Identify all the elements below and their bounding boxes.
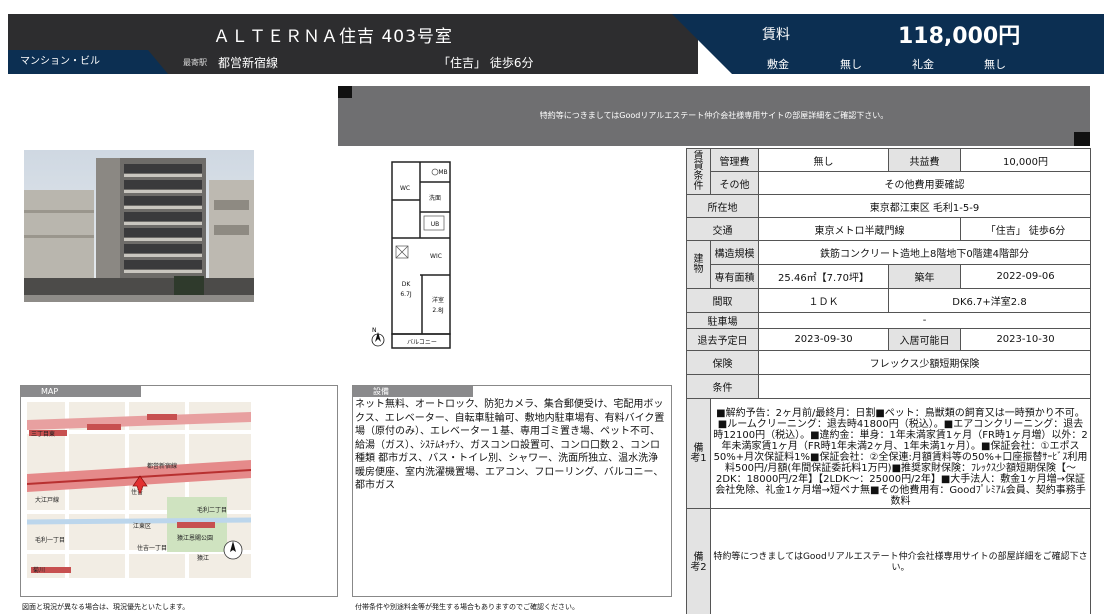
banner-corner-mark <box>1074 132 1090 146</box>
common-label: 共益費 <box>888 148 961 172</box>
year-label: 築年 <box>888 264 961 289</box>
map-label-10: 猿江 <box>197 554 209 562</box>
traffic-line: 東京メトロ半蔵門線 <box>758 217 961 241</box>
leave-date-value: 2023-09-30 <box>758 328 889 351</box>
insurance-value: フレックス少額短期保険 <box>758 350 1091 375</box>
map-panel: MAP 三丁目東 大江戸線 都営新宿線 住吉 毛利二丁目 毛利一丁目 江東区 菊… <box>20 385 338 597</box>
area-map[interactable]: 三丁目東 大江戸線 都営新宿線 住吉 毛利二丁目 毛利一丁目 江東区 菊川 住吉… <box>26 402 252 578</box>
property-type-badge: マンション・ビル <box>8 50 168 74</box>
year-value: 2022-09-06 <box>960 264 1091 289</box>
address-label: 所在地 <box>686 194 759 218</box>
station-line: 都営新宿線 <box>218 56 279 70</box>
remarks1-value: ■解約予告：2ヶ月前/最終月：日割■ペット：鳥獣類の飼育又は一時預かり不可。■ル… <box>710 398 1091 509</box>
fp-label-room: 洋室 <box>432 296 444 304</box>
building-photo <box>24 150 254 302</box>
map-label-6: 毛利一丁目 <box>35 536 65 544</box>
header-bar: ＡＬＴＥＲＮＡ住吉 403号室 マンション・ビル 最寄駅 都営新宿線 「住吉」 … <box>8 14 698 74</box>
fp-label-bath: UB <box>431 221 440 228</box>
remarks2-value: 特約等につきましてはGoodリアルエステート仲介会社様専用サイトの部屋詳細をご確… <box>710 508 1091 614</box>
address-value: 東京都江東区 毛利1-5-9 <box>758 194 1091 218</box>
parking-value: - <box>758 312 1091 329</box>
spec-table: 賃貸条件 管理費 無し 共益費 10,000円 その他 その他費用要確認 所在地… <box>686 148 1091 614</box>
north-label: N <box>372 327 377 334</box>
fp-label-dk-size: 6.7J <box>400 291 412 298</box>
other-value: その他費用要確認 <box>758 171 1091 195</box>
notice-banner: 特約等につきましてはGoodリアルエステート仲介会社様専用サイトの部屋詳細をご確… <box>338 86 1090 146</box>
map-label-1: 三丁目東 <box>31 430 55 438</box>
price-panel: 賃料 118,000円 敷金 無し 礼金 無し <box>672 14 1104 74</box>
map-label-8: 菊川 <box>33 566 45 574</box>
equipment-tab: 設備 <box>353 386 473 397</box>
property-title: ＡＬＴＥＲＮＡ住吉 403号室 <box>213 27 453 47</box>
equipment-list: ネット無料、オートロック、防犯カメラ、集合郵便受け、宅配用ボックス、エレベーター… <box>355 399 665 491</box>
map-label-9: 住吉一丁目 <box>137 544 167 552</box>
map-tab: MAP <box>21 386 141 397</box>
fp-label-wc: WC <box>400 185 410 192</box>
layout-value: １ＤＫ <box>758 288 889 313</box>
fp-label-washroom: 洗面 <box>429 194 441 202</box>
banner-corner-mark <box>338 86 352 98</box>
equipment-note: 付帯条件や別途料金等が発生する場合もありますのでご確認ください。 <box>355 603 579 611</box>
fp-label-room-size: 2.8J <box>432 307 444 314</box>
move-in-label: 入居可能日 <box>888 328 961 351</box>
map-label-7: 江東区 <box>133 522 151 530</box>
compass-icon <box>223 540 243 560</box>
remarks2-label: 備考2 <box>686 508 711 614</box>
other-label: その他 <box>710 171 759 195</box>
common-value: 10,000円 <box>960 148 1091 172</box>
fp-label-balcony: バルコニー <box>407 339 437 346</box>
insurance-label: 保険 <box>686 350 759 375</box>
fp-label-closet: WIC <box>430 253 442 260</box>
building-group-label: 建物 <box>686 240 711 289</box>
layout-detail: DK6.7+洋室2.8 <box>888 288 1091 313</box>
mgmt-label: 管理費 <box>710 148 759 172</box>
area-value: 25.46㎡【7.70坪】 <box>758 264 889 289</box>
structure-value: 鉄筋コンクリート造地上8階地下0階建4階部分 <box>758 240 1091 265</box>
map-label-2: 大江戸線 <box>35 496 59 504</box>
conditions-value <box>758 374 1091 399</box>
cond-group-label: 賃貸条件 <box>686 148 711 195</box>
traffic-walk: 「住吉」 徒歩6分 <box>960 217 1091 241</box>
key-money-value: 無し <box>984 58 1006 71</box>
map-label-3: 都営新宿線 <box>147 462 177 470</box>
station-label: 最寄駅 <box>183 58 207 67</box>
banner-text: 特約等につきましてはGoodリアルエステート仲介会社様専用サイトの部屋詳細をご確… <box>539 111 889 120</box>
station-access: 「住吉」 徒歩6分 <box>438 56 534 70</box>
parking-label: 駐車場 <box>686 312 759 329</box>
mgmt-value: 無し <box>758 148 889 172</box>
structure-label: 構造規模 <box>710 240 759 265</box>
floor-plan: WC MB 洗面 UB WIC DK 6.7J 洋室 2.8J バルコニー N <box>360 150 470 355</box>
fp-label-mb: MB <box>438 169 447 176</box>
move-in-value: 2023-10-30 <box>960 328 1091 351</box>
deposit-label: 敷金 <box>767 58 789 71</box>
remarks1-label: 備考1 <box>686 398 711 509</box>
conditions-label: 条件 <box>686 374 759 399</box>
map-label-11: 猿江恩賜公園 <box>177 534 213 542</box>
rent-value: 118,000円 <box>898 24 1021 49</box>
leave-date-label: 退去予定日 <box>686 328 759 351</box>
rent-label: 賃料 <box>762 27 790 43</box>
area-label: 専有面積 <box>710 264 759 289</box>
north-arrow-icon: N <box>371 327 385 347</box>
map-label-5: 毛利二丁目 <box>197 506 227 514</box>
header-subbar: マンション・ビル 最寄駅 都営新宿線 「住吉」 徒歩6分 <box>8 50 698 74</box>
key-money-label: 礼金 <box>912 58 934 71</box>
fp-label-dk: DK <box>402 281 412 288</box>
traffic-label: 交通 <box>686 217 759 241</box>
layout-label: 間取 <box>686 288 759 313</box>
deposit-value: 無し <box>840 58 862 71</box>
map-note: 図面と現況が異なる場合は、現況優先といたします。 <box>22 603 190 611</box>
equipment-panel: 設備 ネット無料、オートロック、防犯カメラ、集合郵便受け、宅配用ボックス、エレベ… <box>352 385 672 597</box>
